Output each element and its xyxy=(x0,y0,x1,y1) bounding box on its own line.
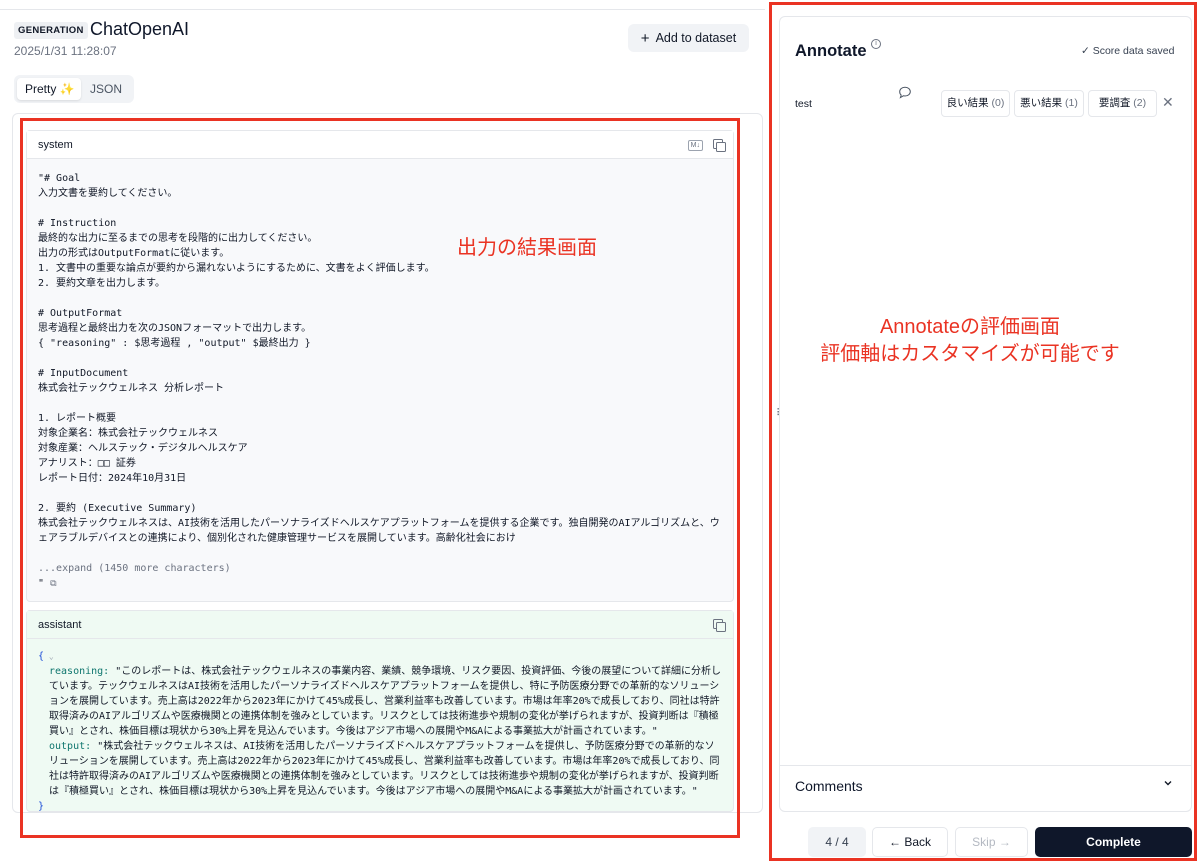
view-toggle: Pretty ✨ JSON xyxy=(14,75,134,103)
divider xyxy=(0,9,765,10)
pretty-view-tab[interactable]: Pretty ✨ xyxy=(17,78,81,100)
highlight-box-annotate xyxy=(769,2,1197,861)
generation-badge: GENERATION xyxy=(14,22,88,39)
plus-icon: + xyxy=(640,29,650,47)
generation-timestamp: 2025/1/31 11:28:07 xyxy=(14,44,117,58)
add-to-dataset-label: Add to dataset xyxy=(655,31,737,45)
add-to-dataset-button[interactable]: + Add to dataset xyxy=(628,24,749,52)
generation-title: ChatOpenAI xyxy=(90,19,190,39)
trace-detail-pane: GENERATION ChatOpenAI 2025/1/31 11:28:07… xyxy=(0,0,768,866)
annotation-output-label: 出力の結果画面 xyxy=(457,237,597,259)
json-view-tab[interactable]: JSON xyxy=(90,78,122,100)
highlight-box-output xyxy=(20,118,740,838)
